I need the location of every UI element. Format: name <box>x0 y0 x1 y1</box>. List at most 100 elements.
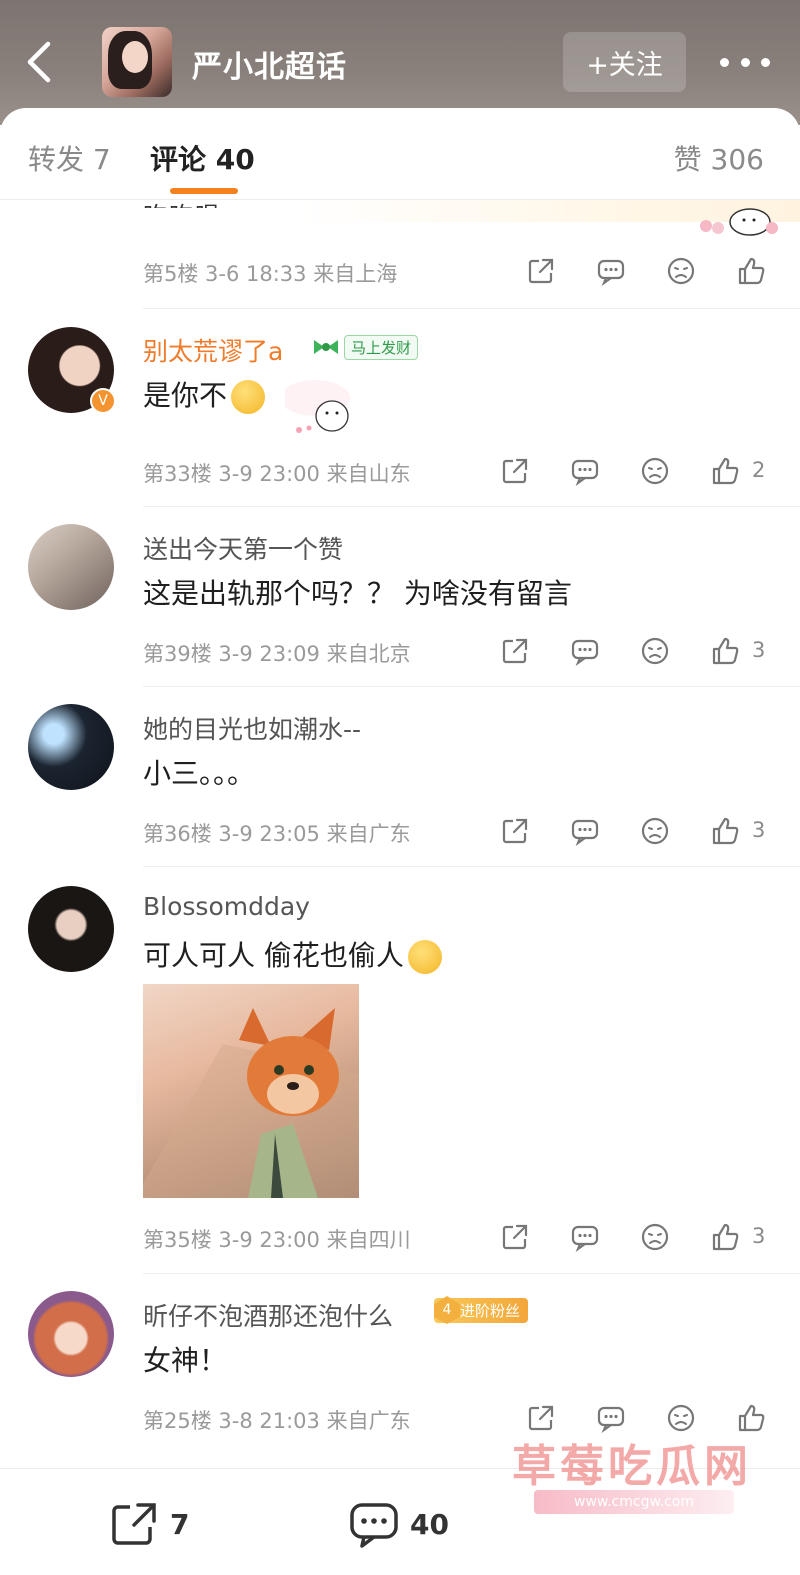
comment-username[interactable]: 送出今天第一个赞 <box>143 530 343 566</box>
comment-meta: 第33楼 3-9 23:00 来自山东 <box>143 462 411 486</box>
react-button[interactable] <box>640 816 672 848</box>
comment-username[interactable]: 别太荒谬了a <box>143 332 283 368</box>
back-button[interactable] <box>22 40 62 84</box>
like-button[interactable] <box>710 816 742 848</box>
topic-header: 严小北超话 +关注 <box>0 0 800 125</box>
thumbs-up-icon <box>712 637 739 665</box>
react-button[interactable] <box>640 456 672 488</box>
comment-icon <box>571 459 599 487</box>
share-icon <box>502 458 528 484</box>
laughing-crying-emoji-icon <box>407 940 442 974</box>
sad-face-icon <box>667 257 695 285</box>
thumbs-up-icon <box>738 257 765 285</box>
sad-face-icon <box>641 817 669 845</box>
follow-button[interactable]: +关注 <box>563 32 686 92</box>
share-icon <box>112 1503 156 1545</box>
back-arrow-icon <box>27 41 51 83</box>
sad-face-icon <box>641 457 669 485</box>
comment-meta: 第25楼 3-8 21:03 来自广东 <box>143 1409 411 1433</box>
thumbs-up-icon <box>712 457 739 485</box>
comment-actions <box>526 256 798 290</box>
share-button[interactable] <box>526 1403 558 1435</box>
like-button[interactable] <box>710 1222 742 1254</box>
like-button[interactable] <box>710 636 742 668</box>
gift-badge-icon <box>314 340 338 354</box>
divider <box>143 308 800 309</box>
sad-face-icon <box>641 637 669 665</box>
bottom-action-bar: 7 40 <box>0 1468 800 1575</box>
reply-button[interactable] <box>570 456 602 488</box>
share-button[interactable] <box>500 636 532 668</box>
like-count: 3 <box>752 818 766 842</box>
comment-username[interactable]: Blossomdday <box>143 892 310 921</box>
comment-text: 这是出轨那个吗？？ 为啥没有留言 <box>143 577 572 610</box>
react-button[interactable] <box>666 1403 698 1435</box>
topic-avatar[interactable] <box>102 27 172 97</box>
comment-item: Blossomdday 可人可人 偷花也偷人 第35楼 3-9 23:00 来自… <box>0 868 800 1275</box>
comment-sheet: 转发 7 评论 40 赞 306 吃吃喝 第5楼 3-6 18:33 来自上海 … <box>0 108 800 1575</box>
like-count: 3 <box>752 1224 766 1248</box>
fan-level-badge: 进阶粉丝 4 <box>434 1296 529 1324</box>
like-button[interactable] <box>710 456 742 488</box>
share-button[interactable] <box>500 456 532 488</box>
comment-username[interactable]: 昕仔不泡酒那还泡什么 <box>143 1297 393 1333</box>
react-button[interactable] <box>666 256 698 288</box>
reply-button[interactable] <box>596 256 628 288</box>
share-icon <box>502 818 528 844</box>
fox-character-image <box>143 1008 359 1198</box>
react-button[interactable] <box>640 636 672 668</box>
comment-count: 40 <box>410 1507 449 1541</box>
comment-image[interactable] <box>143 984 359 1198</box>
verified-icon: V <box>90 388 116 414</box>
thumbs-up-icon <box>738 1404 765 1432</box>
divider <box>143 506 800 507</box>
reply-button[interactable] <box>570 1222 602 1254</box>
hamster-sticker <box>285 380 350 433</box>
comment-item: 送出今天第一个赞 这是出轨那个吗？？ 为啥没有留言 第39楼 3-9 23:09… <box>0 508 800 688</box>
like-count: 2 <box>752 458 766 482</box>
avatar[interactable] <box>28 524 114 610</box>
comment-meta: 第5楼 3-6 18:33 来自上海 <box>143 262 398 286</box>
comment-meta: 第36楼 3-9 23:05 来自广东 <box>143 822 411 846</box>
like-button[interactable] <box>736 256 768 288</box>
topic-title[interactable]: 严小北超话 <box>192 42 347 86</box>
comment-icon <box>597 1406 625 1434</box>
comment-actions: 3 <box>500 816 772 850</box>
sad-face-icon <box>667 1404 695 1432</box>
comment-actions: 3 <box>500 636 772 670</box>
comment-actions: 2 <box>500 456 772 490</box>
react-button[interactable] <box>640 1222 672 1254</box>
comment-text: 小三。。。 <box>143 757 256 790</box>
share-button[interactable] <box>526 256 558 288</box>
comment-actions <box>526 1403 798 1437</box>
reply-button[interactable] <box>596 1403 628 1435</box>
more-options-icon[interactable] <box>720 52 770 72</box>
tab-like[interactable]: 赞 306 <box>674 138 764 178</box>
comment-button[interactable]: 40 <box>348 1499 449 1549</box>
like-count: 3 <box>752 638 766 662</box>
avatar[interactable] <box>28 1291 114 1377</box>
reply-button[interactable] <box>570 636 602 668</box>
fan-badge: 马上发财 <box>312 334 419 360</box>
comment-meta: 第39楼 3-9 23:09 来自北京 <box>143 642 411 666</box>
comment-icon <box>571 639 599 667</box>
sticker-image <box>700 208 778 236</box>
comment-username[interactable]: 她的目光也如潮水-- <box>143 710 361 746</box>
tab-repost[interactable]: 转发 7 <box>28 138 111 178</box>
comment-icon <box>571 819 599 847</box>
divider <box>143 866 800 867</box>
reply-button[interactable] <box>570 816 602 848</box>
share-button[interactable] <box>500 816 532 848</box>
comment-text: 吃吃喝 <box>143 196 221 208</box>
thumbs-up-icon <box>712 1223 739 1251</box>
divider <box>143 1273 800 1274</box>
like-button[interactable] <box>736 1403 768 1435</box>
share-button[interactable] <box>500 1222 532 1254</box>
comment-icon <box>597 259 625 287</box>
avatar[interactable] <box>28 886 114 972</box>
repost-count: 7 <box>170 1507 190 1541</box>
repost-button[interactable]: 7 <box>108 1499 189 1549</box>
comment-item-partial: 吃吃喝 第5楼 3-6 18:33 来自上海 <box>0 200 800 310</box>
avatar[interactable] <box>28 704 114 790</box>
comment-icon <box>571 1225 599 1253</box>
